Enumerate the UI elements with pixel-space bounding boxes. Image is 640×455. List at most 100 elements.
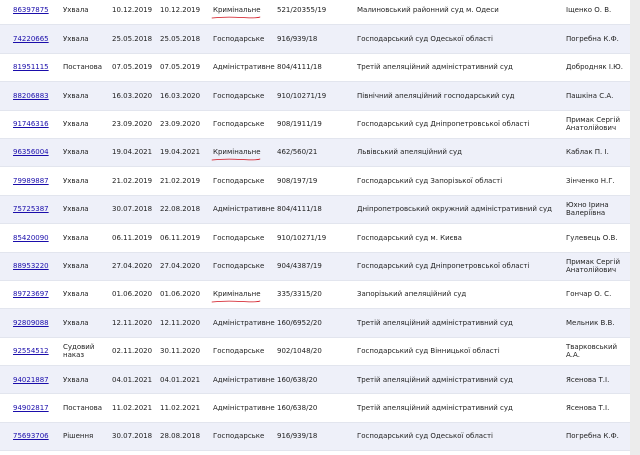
proceeding-form: Кримінальне bbox=[211, 281, 261, 308]
registration-date-text: 02.11.2020 bbox=[112, 347, 153, 356]
decision-id-link[interactable]: 88953220 bbox=[13, 253, 49, 280]
table-row: 88953220 Ухвала 27.04.2020 27.04.2020 Господ… bbox=[0, 252, 632, 281]
registration-date-text: 06.11.2019 bbox=[112, 233, 153, 242]
table-row: 92809088 Ухвала 12.11.2020 12.11.2020 Адміні… bbox=[0, 309, 630, 338]
decision-id-link[interactable]: 75693706 bbox=[13, 423, 49, 450]
judge-name: Примак Сергій Анатолійович bbox=[566, 253, 632, 280]
decision-type-text: Ухвала bbox=[63, 205, 89, 214]
decision-id-link[interactable]: 86397875 bbox=[13, 0, 49, 24]
registration-date-text: 04.01.2021 bbox=[112, 375, 153, 384]
decision-type-text: Ухвала bbox=[63, 318, 89, 327]
decision-type: Ухвала bbox=[63, 224, 111, 251]
effective-date-text: 19.04.2021 bbox=[160, 148, 201, 157]
decision-id-link-text[interactable]: 89723697 bbox=[13, 290, 49, 299]
effective-date-text: 11.02.2021 bbox=[160, 403, 201, 412]
decision-id-link[interactable]: 94902817 bbox=[13, 394, 49, 421]
decision-id-link[interactable]: 88206883 bbox=[13, 82, 49, 109]
table-row: 74220665 Ухвала 25.05.2018 25.05.2018 Господ… bbox=[0, 25, 630, 54]
effective-date: 07.05.2019 bbox=[160, 54, 200, 81]
proceeding-form: Адміністративне bbox=[213, 309, 275, 336]
decision-id-link-text[interactable]: 81951115 bbox=[13, 63, 49, 72]
proceeding-form-text: Кримінальне bbox=[211, 6, 261, 19]
decision-id-link[interactable]: 74220665 bbox=[13, 25, 49, 52]
registration-date-text: 21.02.2019 bbox=[112, 176, 153, 185]
case-number: 910/10271/19 bbox=[277, 224, 326, 251]
decision-id-link[interactable]: 89723697 bbox=[13, 281, 49, 308]
proceeding-form-text: Адміністративне bbox=[213, 403, 275, 412]
decision-id-link[interactable]: 94021887 bbox=[13, 366, 49, 393]
proceeding-form: Адміністративне bbox=[213, 196, 275, 223]
decision-id-link[interactable]: 96356004 bbox=[13, 139, 49, 166]
judge-name-text: Мельник В.В. bbox=[566, 318, 615, 327]
case-number: 804/4111/18 bbox=[277, 196, 322, 223]
judge-name-text: Добродняк І.Ю. bbox=[566, 63, 623, 72]
decision-id-link-text[interactable]: 92809088 bbox=[13, 319, 49, 328]
decision-id-link-text[interactable]: 75693706 bbox=[13, 432, 49, 441]
decision-id-link[interactable]: 91746316 bbox=[13, 111, 49, 138]
court-name: Господарський суд Одеської області bbox=[357, 423, 493, 450]
decision-id-link-text[interactable]: 79989887 bbox=[13, 177, 49, 186]
registration-date-text: 30.07.2018 bbox=[112, 205, 153, 214]
case-number-text: 904/4387/19 bbox=[277, 261, 322, 270]
case-number-text: 521/20355/19 bbox=[277, 6, 327, 15]
decision-id-link-text[interactable]: 74220665 bbox=[13, 35, 49, 44]
decision-type-text: Постанова bbox=[63, 63, 103, 72]
effective-date: 19.04.2021 bbox=[160, 139, 200, 166]
decision-id-link-text[interactable]: 86397875 bbox=[13, 6, 49, 15]
decision-type-text: Ухвала bbox=[63, 233, 89, 242]
decision-id-link-text[interactable]: 88206883 bbox=[13, 92, 49, 101]
registration-date: 11.02.2021 bbox=[112, 394, 152, 421]
judge-name-text: Примак Сергій Анатолійович bbox=[566, 257, 621, 275]
proceeding-form-text: Господарське bbox=[213, 233, 265, 242]
decision-id-link-text[interactable]: 88953220 bbox=[13, 262, 49, 271]
case-number: 908/1911/19 bbox=[277, 111, 322, 138]
registration-date-text: 01.06.2020 bbox=[112, 290, 153, 299]
court-name-text: Третій апеляційний адміністративний суд bbox=[357, 318, 513, 327]
decision-id-link[interactable]: 92554512 bbox=[13, 338, 49, 365]
decision-id-link-text[interactable]: 92554512 bbox=[13, 347, 49, 356]
scrollbar-track[interactable] bbox=[630, 0, 640, 455]
case-number-text: 804/4111/18 bbox=[277, 63, 322, 72]
judge-name-text: Пашкіна С.А. bbox=[566, 91, 614, 100]
court-name: Господарський суд Вінницької області bbox=[357, 338, 500, 365]
effective-date: 23.09.2020 bbox=[160, 111, 200, 138]
decision-type: Судовий наказ bbox=[63, 338, 111, 365]
registration-date: 16.03.2020 bbox=[112, 82, 152, 109]
registration-date-text: 16.03.2020 bbox=[112, 91, 153, 100]
case-number-text: 910/10271/19 bbox=[277, 233, 327, 242]
decision-id-link[interactable]: 81951115 bbox=[13, 54, 49, 81]
proceeding-form-text: Адміністративне bbox=[213, 205, 275, 214]
proceeding-form-text: Господарське bbox=[213, 432, 265, 441]
decision-id-link[interactable]: 85420090 bbox=[13, 224, 49, 251]
decision-type-text: Рішення bbox=[63, 432, 94, 441]
case-number: 335/3315/20 bbox=[277, 281, 322, 308]
decision-type-text: Ухвала bbox=[63, 120, 89, 128]
decision-id-link-text[interactable]: 75725387 bbox=[13, 205, 49, 214]
registration-date-text: 12.11.2020 bbox=[112, 318, 153, 327]
proceeding-form: Господарське bbox=[213, 167, 264, 194]
decision-id-link-text[interactable]: 85420090 bbox=[13, 234, 49, 243]
judge-name: Примак Сергій Анатолійович bbox=[566, 111, 632, 138]
court-name: Дніпропетровський окружний адміністратив… bbox=[357, 196, 552, 223]
decision-id-link[interactable]: 79989887 bbox=[13, 167, 49, 194]
court-name: Господарський суд Одеської області bbox=[357, 25, 493, 52]
registration-date: 23.09.2020 bbox=[112, 111, 152, 138]
court-name-text: Господарський суд Одеської області bbox=[357, 432, 493, 441]
effective-date-text: 21.02.2019 bbox=[160, 176, 201, 185]
decision-id-link-text[interactable]: 94021887 bbox=[13, 376, 49, 385]
judge-name: Юхно Ірина Валеріївна bbox=[566, 196, 632, 223]
court-name-text: Запорізький апеляційний суд bbox=[357, 290, 467, 299]
case-number: 916/939/18 bbox=[277, 423, 317, 450]
decision-id-link[interactable]: 75725387 bbox=[13, 196, 49, 223]
effective-date-text: 16.03.2020 bbox=[160, 91, 201, 100]
registration-date-text: 23.09.2020 bbox=[112, 120, 153, 128]
proceeding-form-text: Господарське bbox=[213, 120, 265, 128]
decision-id-link-text[interactable]: 94902817 bbox=[13, 404, 49, 413]
effective-date: 16.03.2020 bbox=[160, 82, 200, 109]
proceeding-form-text: Адміністративне bbox=[213, 318, 275, 327]
effective-date: 22.08.2018 bbox=[160, 196, 200, 223]
decision-id-link-text[interactable]: 96356004 bbox=[13, 148, 49, 157]
decision-id-link[interactable]: 92809088 bbox=[13, 309, 49, 336]
decision-id-link-text[interactable]: 91746316 bbox=[13, 120, 49, 129]
judge-name-text: Погребна К.Ф. bbox=[566, 34, 619, 43]
